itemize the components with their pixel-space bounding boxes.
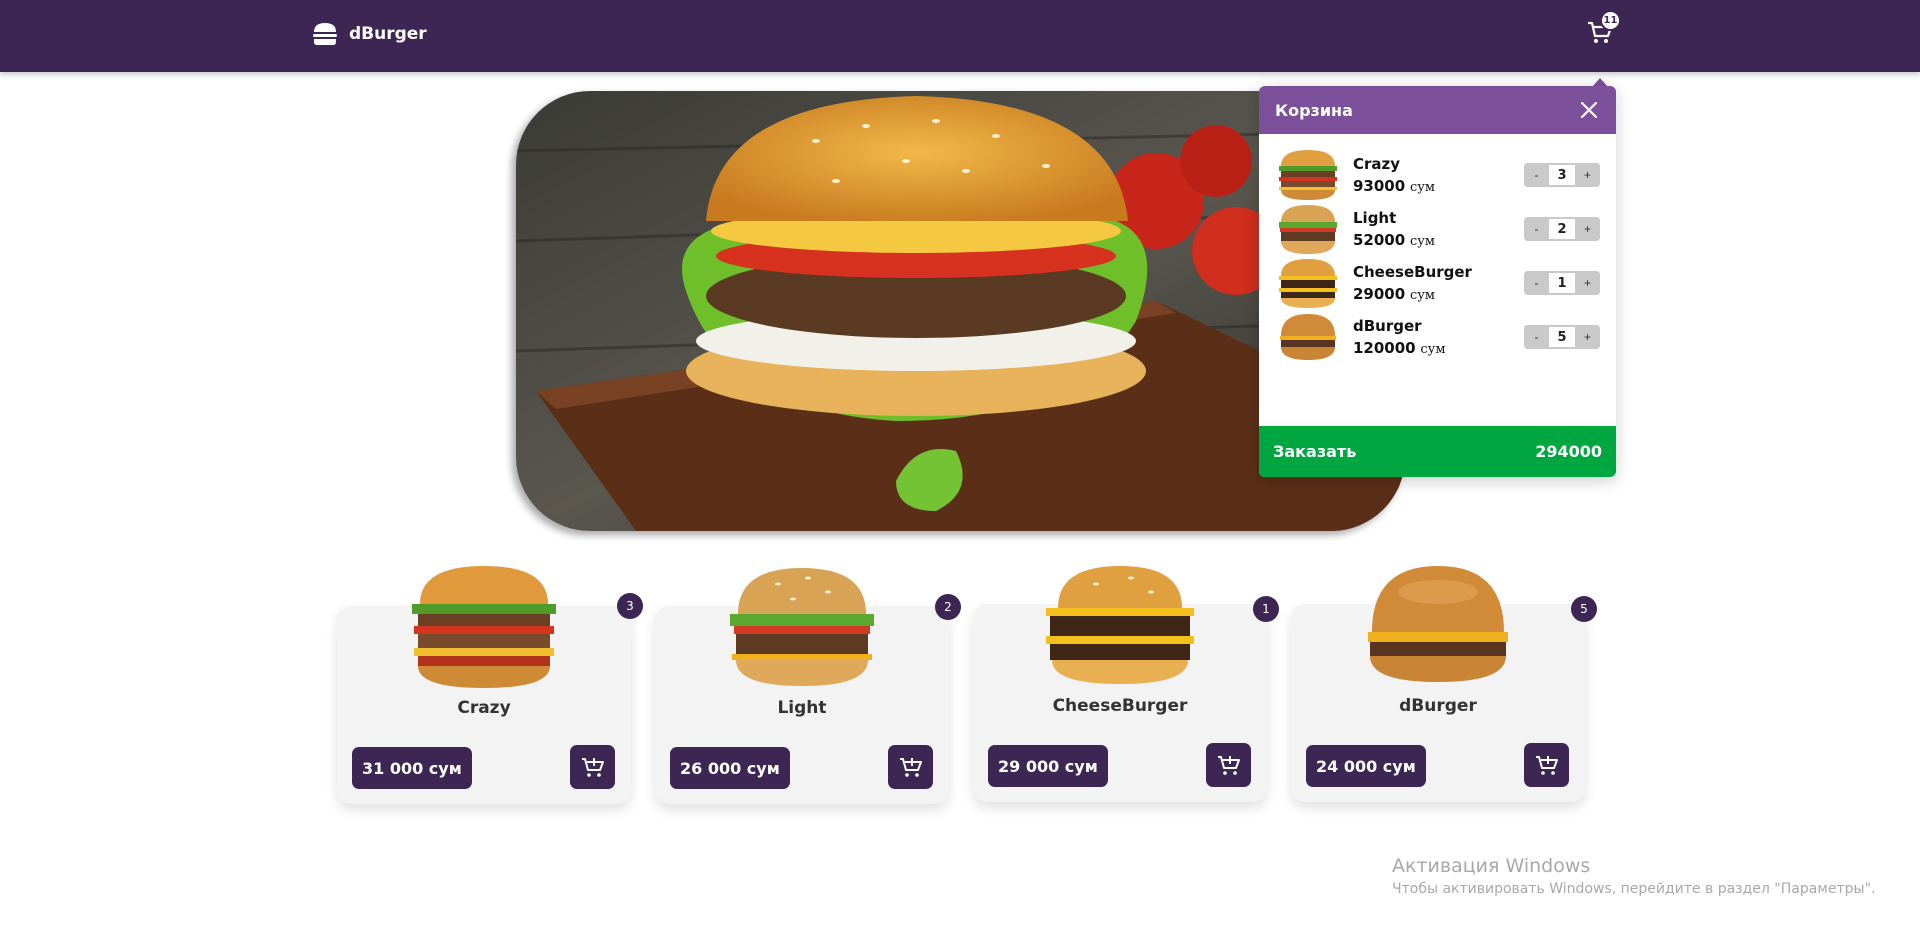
increase-button[interactable]: + <box>1575 271 1600 295</box>
brand-name: dBurger <box>349 24 427 44</box>
cart-item-name: CheeseBurger <box>1353 263 1472 281</box>
burger-logo-icon <box>313 23 337 45</box>
cart-panel: Корзина Crazy 93000 сум - 3 + Light 5200… <box>1259 86 1616 477</box>
order-button[interactable]: Заказать 294000 <box>1259 426 1616 477</box>
increase-button[interactable]: + <box>1575 217 1600 241</box>
product-price: 26 000 сум <box>670 747 790 789</box>
product-count-badge: 3 <box>617 593 643 619</box>
quantity-stepper: - 3 + <box>1524 163 1600 187</box>
product-price: 24 000 сум <box>1306 745 1426 787</box>
top-navbar: dBurger <box>0 0 1920 72</box>
windows-activation-watermark: Активация Windows Чтобы активировать Win… <box>1392 855 1875 897</box>
crazy-burger-thumbnail <box>1279 150 1337 200</box>
add-to-cart-button[interactable] <box>1206 743 1251 787</box>
cart-item-price: 29000 сум <box>1353 285 1436 303</box>
add-to-cart-button[interactable] <box>888 745 933 789</box>
cart-plus-icon <box>1535 756 1558 775</box>
cart-item: CheeseBurger 29000 сум - 1 + <box>1273 256 1600 310</box>
product-count-badge: 5 <box>1571 596 1597 622</box>
watermark-title: Активация Windows <box>1392 855 1591 877</box>
cart-item: dBurger 120000 сум - 5 + <box>1273 310 1600 364</box>
crazy-burger-image <box>412 566 556 688</box>
cart-item-name: Crazy <box>1353 155 1401 173</box>
cart-item-name: Light <box>1353 209 1397 227</box>
cart-count-badge: 11 <box>1600 10 1621 31</box>
cart-item-price: 93000 сум <box>1353 177 1436 195</box>
cart-plus-icon <box>899 758 922 777</box>
decrease-button[interactable]: - <box>1524 271 1549 295</box>
quantity-value: 1 <box>1549 273 1575 293</box>
quantity-value: 2 <box>1549 219 1575 239</box>
cart-plus-icon <box>581 758 604 777</box>
dburger-image <box>1368 566 1508 682</box>
brand-logo[interactable]: dBurger <box>311 20 427 48</box>
quantity-stepper: - 2 + <box>1524 217 1600 241</box>
product-name: CheeseBurger <box>1052 696 1188 716</box>
product-name: Crazy <box>457 698 511 718</box>
cart-item: Crazy 93000 сум - 3 + <box>1273 148 1600 202</box>
product-card: Crazy 31 000 сум <box>337 566 631 804</box>
cart-plus-icon <box>1217 756 1240 775</box>
increase-button[interactable]: + <box>1575 163 1600 187</box>
light-burger-image <box>730 568 874 686</box>
cart-title: Корзина <box>1275 100 1353 120</box>
product-name: Light <box>777 698 827 718</box>
cart-item-price: 120000 сум <box>1353 339 1446 357</box>
light-burger-thumbnail <box>1279 205 1337 254</box>
quantity-stepper: - 1 + <box>1524 271 1600 295</box>
order-label: Заказать <box>1273 442 1357 461</box>
decrease-button[interactable]: - <box>1524 217 1549 241</box>
cheeseburger-image <box>1046 566 1194 684</box>
product-count-badge: 2 <box>935 594 961 620</box>
cart-item: Light 52000 сум - 2 + <box>1273 202 1600 256</box>
cart-item-price: 52000 сум <box>1353 231 1436 249</box>
product-count-badge: 1 <box>1253 596 1279 622</box>
product-card: CheeseBurger 29 000 сум <box>973 566 1267 802</box>
cart-item-list: Crazy 93000 сум - 3 + Light 52000 сум - … <box>1259 134 1616 426</box>
watermark-subtitle: Чтобы активировать Windows, перейдите в … <box>1392 881 1876 897</box>
add-to-cart-button[interactable] <box>570 745 615 789</box>
product-card: dBurger 24 000 сум <box>1291 566 1585 802</box>
quantity-value: 3 <box>1549 165 1575 185</box>
decrease-button[interactable]: - <box>1524 163 1549 187</box>
cheeseburger-thumbnail <box>1279 259 1337 308</box>
product-name: dBurger <box>1399 696 1477 716</box>
increase-button[interactable]: + <box>1575 325 1600 349</box>
cart-panel-header: Корзина <box>1259 86 1616 134</box>
quantity-value: 5 <box>1549 327 1575 347</box>
cart-item-name: dBurger <box>1353 317 1422 335</box>
quantity-stepper: - 5 + <box>1524 325 1600 349</box>
product-card: Light 26 000 сум <box>655 568 949 804</box>
decrease-button[interactable]: - <box>1524 325 1549 349</box>
add-to-cart-button[interactable] <box>1524 743 1569 787</box>
product-price: 29 000 сум <box>988 745 1108 787</box>
dburger-thumbnail <box>1280 314 1336 360</box>
order-total: 294000 <box>1535 442 1602 461</box>
product-price: 31 000 сум <box>352 747 472 789</box>
close-icon[interactable] <box>1578 99 1600 121</box>
